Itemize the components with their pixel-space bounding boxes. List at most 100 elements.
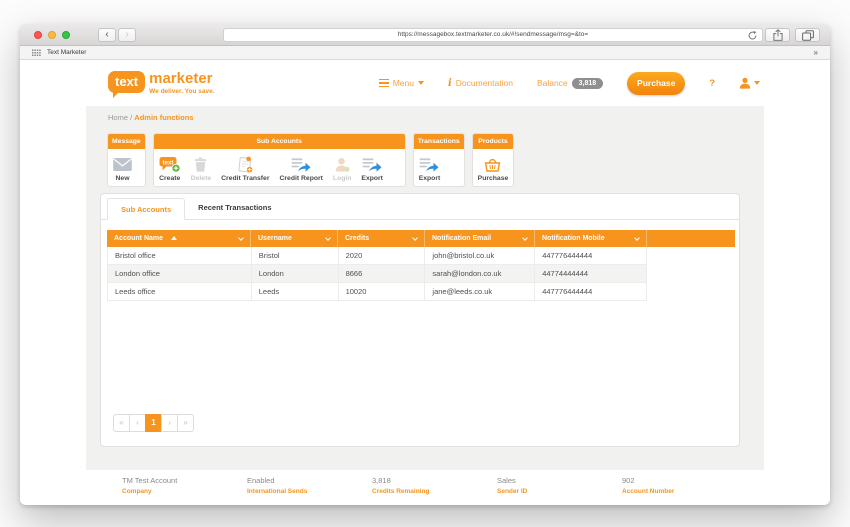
pagination-page-1-button[interactable]: 1 (145, 414, 162, 432)
cell-username: Leeds (250, 283, 338, 300)
pagination-next-button[interactable]: › (161, 414, 178, 432)
export-sub-accounts-button[interactable]: Export (356, 149, 388, 186)
svg-text:text: text (162, 160, 173, 166)
column-header-username[interactable]: Username (250, 230, 337, 247)
basket-icon (484, 156, 501, 173)
tab-strip: Sub Accounts Recent Transactions (101, 194, 739, 220)
tab-sub-accounts[interactable]: Sub Accounts (107, 198, 186, 220)
close-window-button[interactable] (34, 31, 42, 39)
cell-username: Bristol (250, 247, 338, 264)
column-label: Account Name (114, 235, 164, 242)
minimize-window-button[interactable] (48, 31, 56, 39)
stat-value: 3,818 (372, 476, 391, 485)
sort-ascending-icon (171, 236, 178, 240)
documentation-label: Documentation (455, 78, 513, 88)
documentation-link[interactable]: i Documentation (448, 78, 513, 89)
toolbar-item-label: Purchase (477, 175, 509, 182)
toolbar-item-label: Export (418, 175, 441, 182)
table-row[interactable]: Leeds office Leeds 10020 jane@leeds.co.u… (108, 283, 646, 301)
logo-speech-bubble: text (108, 70, 146, 98)
menu-label: Menu (392, 78, 414, 88)
favorites-grid-icon[interactable] (32, 49, 41, 57)
column-menu-icon[interactable] (412, 234, 418, 241)
menu-dropdown[interactable]: Menu (378, 78, 424, 88)
bookmark-text-marketer[interactable]: Text Marketer (47, 49, 86, 56)
toolbar-group-title: Sub Accounts (153, 134, 405, 149)
back-button[interactable]: ‹ (98, 28, 116, 42)
breadcrumb-home-link[interactable]: Home (108, 113, 128, 122)
logo-tagline: We deliver. You save. (149, 88, 215, 96)
account-menu[interactable] (739, 77, 760, 89)
browser-window: ‹ › https://messagebox.textmarketer.co.u… (20, 24, 830, 505)
app-nav: Menu i Documentation Balance 3,818 Purch… (378, 71, 760, 95)
column-menu-icon[interactable] (325, 234, 331, 241)
credit-transfer-button[interactable]: Credit Transfer (216, 149, 274, 186)
show-tabs-button[interactable] (795, 28, 820, 42)
help-button[interactable]: ? (709, 78, 715, 89)
sub-accounts-panel: Sub Accounts Recent Transactions Account… (100, 193, 740, 447)
trash-icon (194, 156, 207, 173)
footer-stat-international-sends: Enabled International Sends (247, 476, 372, 503)
cell-credits: 10020 (337, 283, 425, 300)
forward-button[interactable]: › (118, 28, 136, 42)
document-transfer-icon (237, 156, 253, 173)
column-menu-icon[interactable] (238, 234, 244, 241)
column-header-notification-email[interactable]: Notification Email (424, 230, 534, 247)
column-header-credits[interactable]: Credits (337, 230, 424, 247)
browser-nav-buttons: ‹ › (98, 28, 136, 42)
toolbar-group-title: Message (108, 134, 145, 149)
pagination-prev-button[interactable]: ‹ (129, 414, 146, 432)
person-icon (739, 77, 751, 89)
purchase-button[interactable]: Purchase (627, 71, 686, 95)
browser-titlebar: ‹ › https://messagebox.textmarketer.co.u… (20, 24, 830, 46)
stat-value: Sales (497, 476, 516, 485)
pagination-first-button[interactable]: « (113, 414, 130, 432)
textmarketer-logo[interactable]: text marketer We deliver. You save. (108, 70, 215, 98)
footer-stat-sender-id: Sales Sender ID (497, 476, 622, 503)
breadcrumb-separator: / (130, 113, 133, 122)
speech-bubble-plus-icon: text (159, 156, 181, 173)
admin-content-area: Home / Admin functions Message New Sub A… (86, 106, 764, 472)
stat-value: TM Test Account (122, 476, 178, 485)
credit-report-button[interactable]: Credit Report (274, 149, 327, 186)
delete-sub-account-button[interactable]: Delete (186, 149, 216, 186)
column-menu-icon[interactable] (522, 234, 528, 241)
cell-notification-mobile: 447776444444 (534, 247, 646, 264)
document-export-icon (291, 156, 311, 173)
column-label: Notification Mobile (542, 235, 605, 242)
share-icon (772, 29, 783, 41)
info-icon: i (447, 77, 452, 89)
column-header-account-name[interactable]: Account Name (107, 230, 250, 247)
balance-label: Balance (536, 78, 568, 88)
table-row[interactable]: London office London 8666 sarah@london.c… (108, 265, 646, 283)
export-transactions-button[interactable]: Export (414, 149, 446, 186)
table-row[interactable]: Bristol office Bristol 2020 john@bristol… (108, 247, 646, 265)
stat-label: Credits Remaining (372, 487, 430, 495)
new-message-button[interactable]: New (108, 149, 137, 186)
share-button[interactable] (765, 28, 790, 42)
login-as-sub-account-button[interactable]: Login (328, 149, 357, 186)
pagination-last-button[interactable]: » (177, 414, 194, 432)
footer-stat-credits-remaining: 3,818 Credits Remaining (372, 476, 497, 503)
stat-label: International Sends (247, 487, 308, 495)
stat-value: Enabled (247, 476, 275, 485)
envelope-icon (113, 156, 132, 173)
toolbar-group-title: Transactions (413, 134, 464, 149)
column-menu-icon[interactable] (634, 234, 640, 241)
stat-value: 902 (622, 476, 635, 485)
tab-recent-transactions[interactable]: Recent Transactions (185, 197, 284, 219)
cell-account-name: London office (115, 269, 160, 278)
stat-label: Sender ID (497, 487, 528, 495)
address-bar[interactable]: https://messagebox.textmarketer.co.uk/#!… (223, 28, 763, 42)
toolbar-group-transactions: Transactions Export (412, 133, 465, 187)
toolbar-item-label: New (115, 175, 130, 182)
refresh-icon[interactable] (748, 30, 757, 45)
zoom-window-button[interactable] (62, 31, 70, 39)
toolbar-item-label: Create (159, 175, 181, 182)
toolbar-item-label: Export (361, 175, 383, 182)
document-export-icon (362, 156, 382, 173)
purchase-products-button[interactable]: Purchase (473, 149, 514, 186)
create-sub-account-button[interactable]: text Create (154, 149, 186, 186)
column-header-notification-mobile[interactable]: Notification Mobile (534, 230, 646, 247)
bookmarks-overflow-button[interactable]: » (814, 48, 818, 57)
